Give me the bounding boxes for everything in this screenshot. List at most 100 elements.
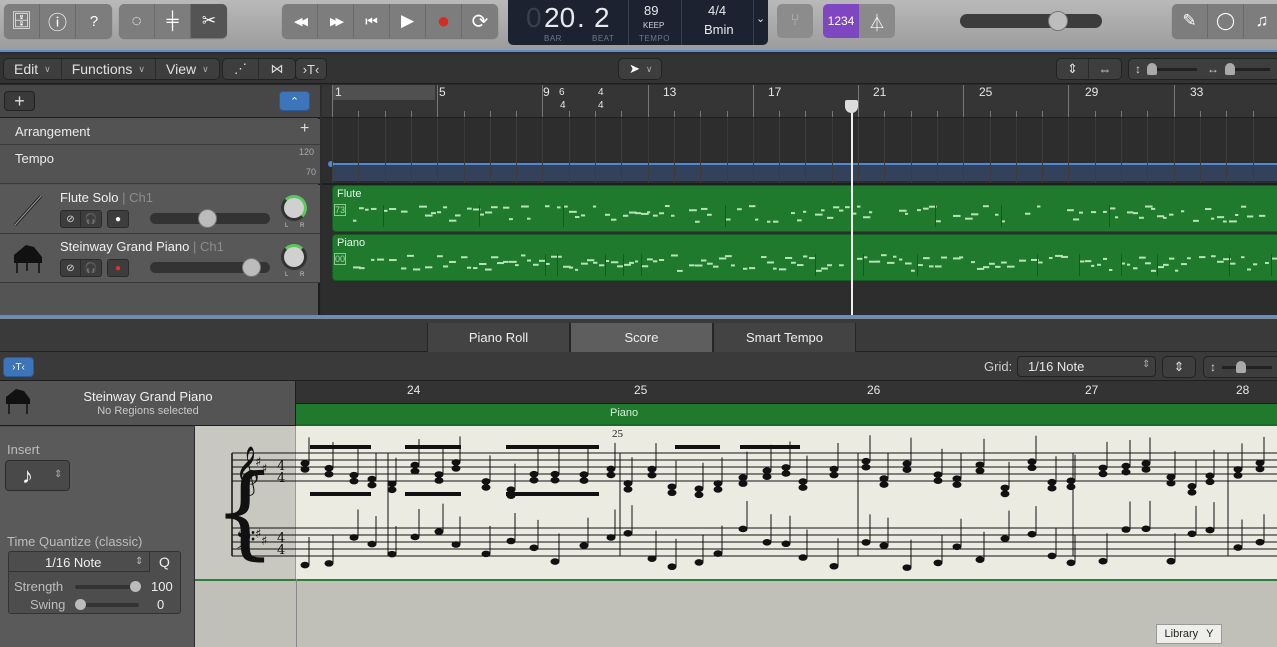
lcd-chevron-down-icon[interactable]: ⌄ [756, 12, 765, 25]
count-in-button[interactable]: 1234 [823, 4, 859, 38]
mixer-icon[interactable]: ╪ [155, 4, 191, 38]
volume-knob[interactable] [242, 258, 261, 277]
midi-note [1163, 263, 1169, 266]
flute-icon [8, 191, 48, 229]
position-display[interactable]: 0 20 . 2 BAR BEAT [508, 0, 629, 45]
record-icon[interactable]: ● [426, 4, 462, 38]
playhead-handle[interactable] [845, 100, 858, 113]
catch-playhead-icon[interactable]: ›T‹ [296, 59, 326, 79]
pan-knob[interactable] [281, 244, 307, 270]
track-name[interactable]: Flute Solo | Ch1 [60, 190, 153, 205]
tool-menu[interactable]: ➤ ∨ [618, 58, 662, 80]
catch-playhead-icon[interactable]: ›T‹ [3, 357, 34, 377]
lcd-display[interactable]: 0 20 . 2 BAR BEAT 89 KEEP TEMPO 4/4 Bmin… [508, 0, 768, 45]
tuner-icon[interactable]: ⑂ [777, 4, 813, 38]
piano-region[interactable]: Piano 00 [332, 234, 1277, 281]
playhead[interactable] [851, 100, 853, 315]
pan-knob[interactable] [281, 195, 307, 221]
cycle-area[interactable] [332, 85, 435, 100]
solo-headphones-icon[interactable]: 🎧 [81, 260, 101, 276]
quantize-button[interactable]: Q [159, 554, 170, 570]
go-to-beginning-icon[interactable]: ⏮ [354, 4, 390, 38]
strength-slider[interactable] [75, 581, 141, 592]
midi-note [1187, 257, 1191, 260]
global-tracks-toggle[interactable]: ⌃ [279, 91, 310, 111]
velocity-mark [605, 254, 606, 276]
mute-button[interactable]: ⊘ [61, 211, 81, 227]
rewind-icon[interactable]: ◀◀ [282, 4, 318, 38]
inspector-icon[interactable]: ⓘ [40, 4, 76, 38]
note-head [975, 556, 985, 564]
track-volume-slider[interactable] [150, 209, 270, 228]
vertical-zoom-slider[interactable] [1147, 62, 1197, 75]
automation-icon[interactable]: ⋰ [223, 59, 259, 79]
smart-controls-icon[interactable]: ◌ [119, 4, 155, 38]
tempo-point[interactable] [328, 161, 334, 167]
signature-display[interactable]: 4/4 Bmin [682, 0, 754, 45]
swing-knob[interactable] [75, 599, 86, 610]
grid-select[interactable]: 1/16 Note ⇕ [1017, 356, 1156, 377]
flute-region[interactable]: Flute 73 [332, 185, 1277, 232]
score-region-bar[interactable]: Piano [296, 404, 1277, 426]
midi-note [881, 254, 887, 257]
tracks-area[interactable]: 1 5 9 6 4 4 4 13 17 21 25 29 33 Flute 73… [322, 85, 1277, 315]
master-volume-slider[interactable] [960, 11, 1102, 31]
view-menu[interactable]: View ∨ [156, 59, 219, 79]
quantize-select[interactable]: 1/16 Note ⇕ [9, 552, 150, 572]
horizontal-zoom-slider[interactable] [1225, 62, 1270, 75]
tab-smart-tempo[interactable]: Smart Tempo [713, 323, 856, 352]
edit-menu[interactable]: Edit ∨ [4, 59, 62, 79]
vertical-fit-icon[interactable]: ⇕ [1057, 59, 1089, 79]
vertical-fit-button[interactable]: ⇕ [1162, 356, 1196, 378]
mute-button[interactable]: ⊘ [61, 260, 81, 276]
note-pad-icon[interactable]: ✎ [1172, 4, 1208, 38]
note-head [975, 467, 985, 475]
flute-notes [353, 205, 1266, 227]
ruler-bar: 29 [1085, 85, 1099, 99]
tab-piano-roll[interactable]: Piano Roll [427, 323, 570, 352]
track-name[interactable]: Steinway Grand Piano | Ch1 [60, 239, 224, 254]
track-header-flute[interactable]: Flute Solo | Ch1 ⊘ 🎧 ● LR [0, 185, 320, 234]
library-icon[interactable]: 🗄 [4, 4, 40, 38]
bar-ruler[interactable]: 1 5 9 6 4 4 4 13 17 21 25 29 33 [322, 85, 1277, 118]
score-ruler[interactable]: 24 25 26 27 28 [296, 381, 1277, 404]
track-volume-slider[interactable] [150, 258, 270, 277]
strength-knob[interactable] [130, 581, 141, 592]
strength-label: Strength [14, 579, 64, 594]
note-head [550, 476, 560, 484]
record-enable-button[interactable]: ● [108, 211, 128, 227]
add-marker-button[interactable]: + [300, 120, 309, 138]
editor-zoom-slider[interactable] [1222, 360, 1272, 373]
score-notation[interactable]: {𝄞𝄢♯ ♯♯ ♯4444 [195, 426, 1277, 579]
note-head [781, 464, 791, 471]
tempo-display[interactable]: 89 KEEP TEMPO [629, 0, 682, 45]
quick-help-icon[interactable]: ? [76, 4, 112, 38]
editors-scissors-icon[interactable]: ✂ [191, 4, 227, 38]
tab-score[interactable]: Score [570, 323, 713, 352]
horizontal-fit-icon[interactable]: ⇔ [1089, 59, 1121, 79]
cycle-icon[interactable]: ⟳ [462, 4, 498, 38]
swing-slider[interactable] [75, 599, 139, 610]
volume-knob[interactable] [198, 209, 217, 228]
arrangement-track-header[interactable]: Arrangement + [0, 119, 320, 145]
insert-note-select[interactable]: ♪ ⇕ [5, 460, 70, 491]
record-enable-button[interactable]: ● [108, 260, 128, 276]
ruler-bar: 5 [439, 85, 446, 99]
solo-headphones-icon[interactable]: 🎧 [81, 211, 101, 227]
midi-note [1067, 209, 1074, 212]
tempo-track-header[interactable]: Tempo 120 70 [0, 145, 320, 184]
flex-icon[interactable]: ⋈ [259, 59, 295, 79]
ruler-tick [936, 111, 938, 117]
midi-note [611, 218, 617, 221]
catch-group: ›T‹ [295, 58, 327, 80]
media-browser-icon[interactable]: ♫ [1244, 4, 1277, 38]
fast-forward-icon[interactable]: ▶▶ [318, 4, 354, 38]
functions-menu[interactable]: Functions ∨ [62, 59, 157, 79]
master-volume-knob[interactable] [1048, 11, 1068, 31]
loop-browser-icon[interactable]: ◯ [1208, 4, 1244, 38]
tempo-curve[interactable] [330, 163, 1277, 165]
track-header-piano[interactable]: Steinway Grand Piano | Ch1 ⊘ 🎧 ● LR [0, 234, 320, 283]
play-icon[interactable]: ▶ [390, 4, 426, 38]
add-track-button[interactable]: + [4, 91, 35, 111]
metronome-icon[interactable]: ⏃ [859, 4, 895, 38]
